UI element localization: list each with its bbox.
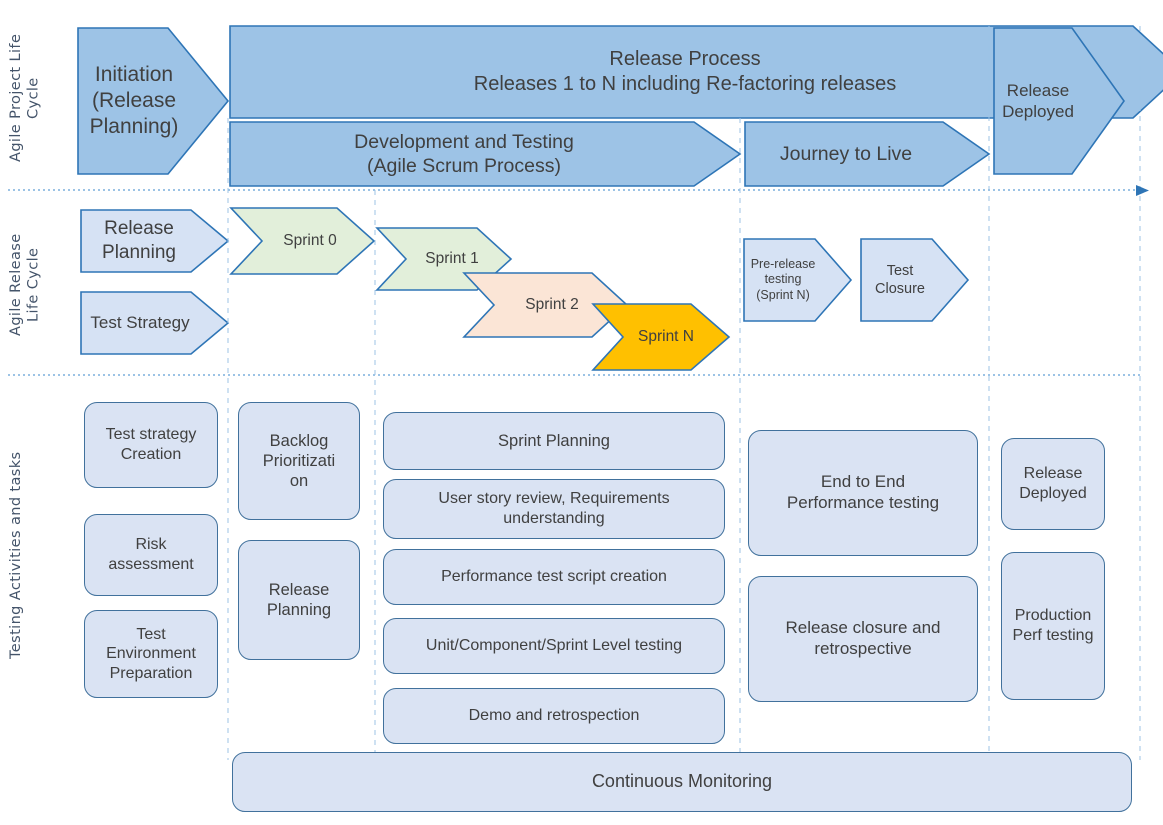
label-journey-to-live: Journey to Live — [779, 142, 913, 165]
activity-box-label: Demo and retrospection — [468, 707, 640, 725]
label-initiation: Initiation (Release Planning) — [89, 62, 179, 139]
activity-box: Release Planning — [238, 540, 360, 660]
activity-box: Risk assessment — [84, 514, 218, 596]
label-test-strategy: Test Strategy — [90, 313, 190, 333]
label-pre-release-testing: Pre-release testing (Sprint N) — [750, 256, 816, 302]
activity-box: Performance test script creation — [383, 549, 725, 605]
activity-box: User story review, Requirements understa… — [383, 479, 725, 539]
diagram-canvas: .s-md{fill:#9DC3E6;stroke:#2E75B6;stroke… — [0, 0, 1163, 825]
band-label-release: Agile Release Life Cycle — [8, 233, 42, 337]
label-test-closure: Test Closure — [875, 262, 925, 297]
label-release-deployed-arrow: Release Deployed — [1002, 80, 1074, 121]
activity-box: Release Deployed — [1001, 438, 1105, 530]
label-release-planning: Release Planning — [102, 218, 176, 263]
band-label-activities: Testing Activities and tasks — [8, 451, 24, 659]
activity-box: End to End Performance testing — [748, 430, 978, 556]
activity-box: Test strategy Creation — [84, 402, 218, 488]
activity-box: Sprint Planning — [383, 412, 725, 470]
label-sprint-n: Sprint N — [638, 328, 694, 346]
activity-box: Unit/Component/Sprint Level testing — [383, 618, 725, 674]
label-sprint-2: Sprint 2 — [525, 296, 579, 314]
activity-box: Test Environment Preparation — [84, 610, 218, 698]
continuous-monitoring-bar: Continuous Monitoring — [232, 752, 1132, 812]
label-sprint-0: Sprint 0 — [283, 232, 337, 250]
activity-box: Backlog Prioritizati on — [238, 402, 360, 520]
band-label-project: Agile Project Life Cycle — [8, 33, 42, 163]
guide-arrowhead-icon — [1136, 185, 1149, 196]
activity-box: Demo and retrospection — [383, 688, 725, 744]
label-development-testing: Development and Testing (Agile Scrum Pro… — [354, 130, 574, 177]
activity-box: Release closure and retrospective — [748, 576, 978, 702]
label-sprint-1: Sprint 1 — [425, 250, 479, 268]
activity-box: Production Perf testing — [1001, 552, 1105, 700]
